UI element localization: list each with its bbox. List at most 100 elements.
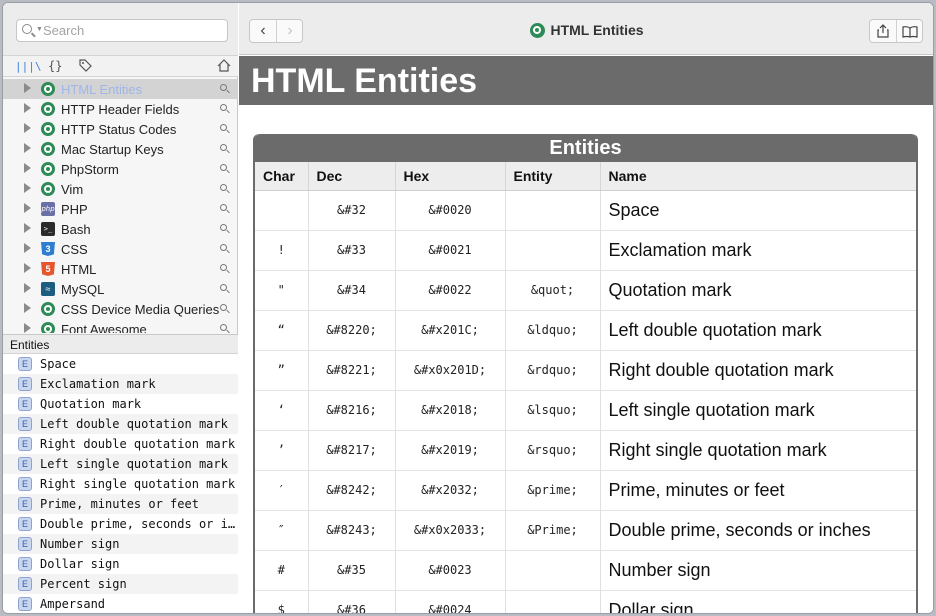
search-in-docset-icon[interactable] [220, 284, 227, 291]
cell-entity [505, 190, 601, 231]
entity-list-item[interactable]: E Quotation mark [3, 394, 238, 414]
entity-label: Left single quotation mark [40, 457, 228, 471]
cell-char: $ [255, 590, 309, 613]
docset-item[interactable]: PhpStorm [3, 159, 238, 179]
search-in-docset-icon[interactable] [220, 204, 227, 211]
column-header-entity: Entity [505, 162, 601, 191]
disclosure-triangle-icon[interactable] [24, 283, 31, 293]
search-input[interactable] [43, 22, 223, 39]
docset-item[interactable]: php PHP [3, 199, 238, 219]
docset-item[interactable]: CSS Device Media Queries [3, 299, 238, 319]
cell-entity [505, 550, 601, 591]
docset-item[interactable]: Vim [3, 179, 238, 199]
disclosure-triangle-icon[interactable] [24, 243, 31, 253]
entity-label: Double prime, seconds or i… [40, 517, 236, 531]
docset-item[interactable]: ≈ MySQL [3, 279, 238, 299]
disclosure-triangle-icon[interactable] [24, 183, 31, 193]
entity-list-item[interactable]: E Right double quotation mark [3, 434, 238, 454]
cell-hex: &#x2018; [395, 390, 506, 431]
disclosure-triangle-icon[interactable] [24, 203, 31, 213]
braces-icon[interactable]: {} [48, 59, 62, 73]
docset-item[interactable]: HTTP Status Codes [3, 119, 238, 139]
cell-dec: &#8217; [308, 430, 396, 471]
cell-entity [505, 590, 601, 613]
bookmark-book-icon[interactable] [902, 25, 918, 38]
entity-label: Left double quotation mark [40, 417, 228, 431]
window-title: HTML Entities [239, 22, 933, 38]
docset-label: Mac Startup Keys [61, 142, 164, 157]
entry-type-icon: E [18, 457, 32, 471]
cell-entity: &rsquo; [505, 430, 601, 471]
search-in-docset-icon[interactable] [220, 224, 227, 231]
docset-item[interactable]: HTML Entities [3, 79, 238, 99]
cell-char: ’ [255, 430, 309, 471]
search-in-docset-icon[interactable] [220, 184, 227, 191]
docset-item[interactable]: 5 HTML [3, 259, 238, 279]
search-in-docset-icon[interactable] [220, 324, 227, 331]
entity-list-item[interactable]: E Left double quotation mark [3, 414, 238, 434]
cell-hex: &#x0x2033; [395, 510, 506, 551]
library-icon[interactable]: |||\ [15, 60, 42, 73]
search-in-docset-icon[interactable] [220, 164, 227, 171]
cell-name: Number sign [600, 550, 916, 591]
search-in-docset-icon[interactable] [220, 84, 227, 91]
cell-hex: &#x0x201D; [395, 350, 506, 391]
cell-entity: &Prime; [505, 510, 601, 551]
entity-list-item[interactable]: E Space [3, 354, 238, 374]
entry-type-icon: E [18, 537, 32, 551]
table-row: ″ &#8243; &#x0x2033; &Prime; Double prime, s… [255, 510, 916, 551]
entity-list-item[interactable]: E Percent sign [3, 574, 238, 594]
docset-item[interactable]: 3 CSS [3, 239, 238, 259]
disclosure-triangle-icon[interactable] [24, 123, 31, 133]
entity-list-item[interactable]: E Dollar sign [3, 554, 238, 574]
table-row: $ &#36 &#0024 Dollar sign [255, 590, 916, 613]
search-in-docset-icon[interactable] [220, 264, 227, 271]
disclosure-triangle-icon[interactable] [24, 163, 31, 173]
tag-icon[interactable] [79, 59, 92, 75]
css-docset-icon: 3 [41, 242, 55, 256]
cell-hex: &#0022 [395, 270, 506, 311]
cell-char: “ [255, 310, 309, 351]
docset-item[interactable]: >_ Bash [3, 219, 238, 239]
entity-list-item[interactable]: E Double prime, seconds or i… [3, 514, 238, 534]
share-icon[interactable] [877, 24, 889, 38]
disclosure-triangle-icon[interactable] [24, 323, 31, 333]
entity-list-item[interactable]: E Ampersand [3, 594, 238, 613]
disclosure-triangle-icon[interactable] [24, 263, 31, 273]
divider [896, 20, 897, 42]
cell-name: Exclamation mark [600, 230, 916, 271]
search-in-docset-icon[interactable] [220, 104, 227, 111]
entity-list-item[interactable]: E Left single quotation mark [3, 454, 238, 474]
disclosure-triangle-icon[interactable] [24, 223, 31, 233]
disclosure-triangle-icon[interactable] [24, 143, 31, 153]
entry-type-icon: E [18, 437, 32, 451]
search-options-chevron-icon[interactable]: ▼ [36, 26, 43, 33]
table-row: # &#35 &#0023 Number sign [255, 550, 916, 591]
search-in-docset-icon[interactable] [220, 144, 227, 151]
entity-list-item[interactable]: E Right single quotation mark [3, 474, 238, 494]
docset-item[interactable]: Font Awesome [3, 319, 238, 333]
cell-char: " [255, 270, 309, 311]
search-in-docset-icon[interactable] [220, 124, 227, 131]
disclosure-triangle-icon[interactable] [24, 83, 31, 93]
search-in-docset-icon[interactable] [220, 244, 227, 251]
entry-type-icon: E [18, 577, 32, 591]
docset-label: HTTP Status Codes [61, 122, 177, 137]
table-row: ′ &#8242; &#x2032; &prime; Prime, minutes or… [255, 470, 916, 511]
entity-list-item[interactable]: E Prime, minutes or feet [3, 494, 238, 514]
entity-list-item[interactable]: E Exclamation mark [3, 374, 238, 394]
entity-list-item[interactable]: E Number sign [3, 534, 238, 554]
toolbar: ‹ › HTML Entities [239, 3, 933, 55]
disclosure-triangle-icon[interactable] [24, 103, 31, 113]
column-header-dec: Dec [308, 162, 396, 191]
search-in-docset-icon[interactable] [220, 304, 227, 311]
dot-docset-icon [41, 122, 55, 136]
cell-name: Dollar sign [600, 590, 916, 613]
cell-dec: &#33 [308, 230, 396, 271]
home-icon[interactable] [217, 59, 231, 75]
docset-label: HTML Entities [61, 82, 143, 97]
docset-item[interactable]: HTTP Header Fields [3, 99, 238, 119]
disclosure-triangle-icon[interactable] [24, 303, 31, 313]
search-box[interactable]: ▼ [16, 19, 228, 42]
docset-item[interactable]: Mac Startup Keys [3, 139, 238, 159]
